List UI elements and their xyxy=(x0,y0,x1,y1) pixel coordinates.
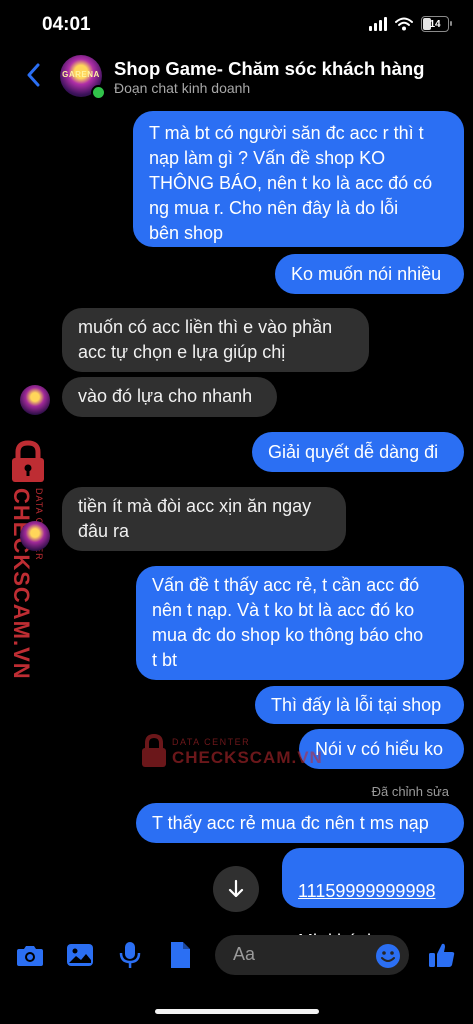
message-link-number[interactable]: 11159999999998 xyxy=(298,879,448,904)
lock-icon xyxy=(142,734,166,767)
online-status-dot xyxy=(91,85,106,100)
camera-icon xyxy=(17,946,43,966)
image-icon xyxy=(67,944,93,966)
back-chevron-icon xyxy=(27,63,40,87)
message-incoming[interactable]: tiền ít mà đòi acc xịn ăn ngay đâu ra xyxy=(62,487,346,551)
scroll-down-button[interactable] xyxy=(213,866,259,912)
status-icons: 14 xyxy=(369,16,452,32)
like-button[interactable] xyxy=(427,940,457,970)
message-outgoing[interactable]: Ko muốn nói nhiều xyxy=(275,254,464,294)
signal-icon xyxy=(369,17,387,31)
watermark-horizontal: DATA CENTER CHECKSCAM.VN xyxy=(140,734,322,770)
watermark-small: DATA CENTER xyxy=(172,737,251,747)
message-input-placeholder: Aa xyxy=(233,944,256,964)
watermark-brand: CHECKSCAM.VN xyxy=(172,748,323,767)
gallery-button[interactable] xyxy=(65,940,95,970)
message-outgoing[interactable]: Thì đấy là lỗi tại shop xyxy=(255,686,464,724)
message-outgoing[interactable]: 11159999999998 Mb khánh xyxy=(282,848,464,951)
message-outgoing[interactable]: Vấn đề t thấy acc rẻ, t cần acc đó nên t… xyxy=(136,566,464,680)
message-input[interactable]: Aa xyxy=(215,935,409,975)
arrow-down-icon xyxy=(228,879,244,898)
contact-subtitle: Đoạn chat kinh doanh xyxy=(114,80,251,96)
status-time: 04:01 xyxy=(42,14,91,35)
battery-level: 14 xyxy=(429,18,441,30)
microphone-icon xyxy=(119,942,141,968)
contact-avatar-small xyxy=(20,521,50,551)
message-incoming[interactable]: vào đó lựa cho nhanh xyxy=(62,377,277,417)
message-outgoing[interactable]: T mà bt có người săn đc acc r thì t nạp … xyxy=(133,111,464,247)
voice-button[interactable] xyxy=(115,940,145,970)
thumbs-up-icon xyxy=(429,943,455,967)
contact-name[interactable]: Shop Game- Chăm sóc khách hàng xyxy=(114,58,424,80)
chat-header: GARENA Shop Game- Chăm sóc khách hàng Đo… xyxy=(0,50,473,102)
battery-icon: 14 xyxy=(421,16,452,32)
emoji-icon[interactable] xyxy=(375,943,401,969)
message-outgoing[interactable]: Giải quyết dễ dàng đi xyxy=(252,432,464,472)
message-composer: Aa xyxy=(0,932,473,982)
back-button[interactable] xyxy=(18,58,48,92)
home-indicator xyxy=(155,1009,319,1014)
watermark-brand: CHECKSCAM.VN xyxy=(9,488,34,680)
avatar-logo-text: GARENA xyxy=(62,70,100,79)
camera-button[interactable] xyxy=(15,940,45,970)
contact-avatar-small xyxy=(20,385,50,415)
message-incoming[interactable]: muốn có acc liền thì e vào phần acc tự c… xyxy=(62,308,369,372)
edited-label: Đã chỉnh sửa xyxy=(371,784,449,799)
wifi-icon xyxy=(395,17,413,31)
lock-icon xyxy=(12,440,44,482)
file-button[interactable] xyxy=(165,940,195,970)
status-bar: 04:01 14 xyxy=(0,0,473,50)
file-icon xyxy=(171,942,190,968)
message-outgoing[interactable]: Nói v có hiểu ko xyxy=(299,729,464,769)
message-outgoing[interactable]: T thấy acc rẻ mua đc nên t ms nạp xyxy=(136,803,464,843)
